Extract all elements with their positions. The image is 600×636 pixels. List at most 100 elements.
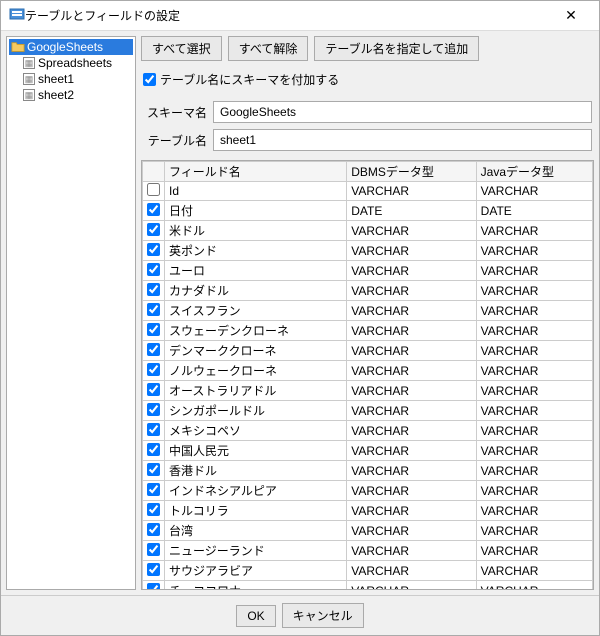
row-field[interactable]: ノルウェークローネ <box>165 361 347 381</box>
row-field[interactable]: メキシコペソ <box>165 421 347 441</box>
close-icon[interactable]: ✕ <box>551 7 591 24</box>
row-dbms-type[interactable]: VARCHAR <box>347 441 476 461</box>
table-row[interactable]: 中国人民元VARCHARVARCHAR <box>143 441 593 461</box>
row-java-type[interactable]: VARCHAR <box>476 401 592 421</box>
row-checkbox[interactable] <box>147 363 160 376</box>
row-dbms-type[interactable]: VARCHAR <box>347 221 476 241</box>
row-checkbox[interactable] <box>147 223 160 236</box>
row-java-type[interactable]: VARCHAR <box>476 481 592 501</box>
row-dbms-type[interactable]: VARCHAR <box>347 281 476 301</box>
grid-header-field[interactable]: フィールド名 <box>165 162 347 182</box>
row-field[interactable]: 日付 <box>165 201 347 221</box>
row-java-type[interactable]: VARCHAR <box>476 281 592 301</box>
row-field[interactable]: スイスフラン <box>165 301 347 321</box>
row-checkbox[interactable] <box>147 383 160 396</box>
row-java-type[interactable]: VARCHAR <box>476 441 592 461</box>
table-row[interactable]: オーストラリアドルVARCHARVARCHAR <box>143 381 593 401</box>
row-field[interactable]: オーストラリアドル <box>165 381 347 401</box>
row-java-type[interactable]: VARCHAR <box>476 361 592 381</box>
row-dbms-type[interactable]: VARCHAR <box>347 381 476 401</box>
tree-item[interactable]: ▦Spreadsheets <box>23 55 133 71</box>
prefix-schema-checkbox[interactable] <box>143 73 156 86</box>
table-row[interactable]: チェココロナVARCHARVARCHAR <box>143 581 593 591</box>
row-checkbox[interactable] <box>147 323 160 336</box>
table-row[interactable]: サウジアラビアVARCHARVARCHAR <box>143 561 593 581</box>
row-java-type[interactable]: VARCHAR <box>476 221 592 241</box>
row-checkbox[interactable] <box>147 543 160 556</box>
row-dbms-type[interactable]: VARCHAR <box>347 361 476 381</box>
row-field[interactable]: カナダドル <box>165 281 347 301</box>
row-checkbox[interactable] <box>147 203 160 216</box>
row-field[interactable]: デンマーククローネ <box>165 341 347 361</box>
cancel-button[interactable]: キャンセル <box>282 603 364 628</box>
row-dbms-type[interactable]: VARCHAR <box>347 581 476 591</box>
row-dbms-type[interactable]: VARCHAR <box>347 341 476 361</box>
row-checkbox[interactable] <box>147 503 160 516</box>
table-row[interactable]: スウェーデンクローネVARCHARVARCHAR <box>143 321 593 341</box>
row-dbms-type[interactable]: VARCHAR <box>347 461 476 481</box>
row-field[interactable]: 香港ドル <box>165 461 347 481</box>
table-row[interactable]: 台湾VARCHARVARCHAR <box>143 521 593 541</box>
row-checkbox[interactable] <box>147 463 160 476</box>
row-field[interactable]: ユーロ <box>165 261 347 281</box>
row-field[interactable]: 米ドル <box>165 221 347 241</box>
row-java-type[interactable]: VARCHAR <box>476 241 592 261</box>
row-field[interactable]: チェココロナ <box>165 581 347 591</box>
row-checkbox[interactable] <box>147 523 160 536</box>
row-java-type[interactable]: VARCHAR <box>476 301 592 321</box>
row-dbms-type[interactable]: DATE <box>347 201 476 221</box>
row-java-type[interactable]: VARCHAR <box>476 541 592 561</box>
table-row[interactable]: 米ドルVARCHARVARCHAR <box>143 221 593 241</box>
row-java-type[interactable]: VARCHAR <box>476 521 592 541</box>
row-java-type[interactable]: VARCHAR <box>476 581 592 591</box>
tree-item[interactable]: ▦sheet1 <box>23 71 133 87</box>
row-java-type[interactable]: VARCHAR <box>476 381 592 401</box>
table-row[interactable]: インドネシアルピアVARCHARVARCHAR <box>143 481 593 501</box>
row-dbms-type[interactable]: VARCHAR <box>347 421 476 441</box>
row-checkbox[interactable] <box>147 443 160 456</box>
row-dbms-type[interactable]: VARCHAR <box>347 541 476 561</box>
row-dbms-type[interactable]: VARCHAR <box>347 501 476 521</box>
row-field[interactable]: ニュージーランド <box>165 541 347 561</box>
row-field[interactable]: シンガポールドル <box>165 401 347 421</box>
row-java-type[interactable]: VARCHAR <box>476 561 592 581</box>
table-row[interactable]: 香港ドルVARCHARVARCHAR <box>143 461 593 481</box>
table-row[interactable]: IdVARCHARVARCHAR <box>143 182 593 201</box>
row-dbms-type[interactable]: VARCHAR <box>347 241 476 261</box>
row-java-type[interactable]: VARCHAR <box>476 501 592 521</box>
row-java-type[interactable]: DATE <box>476 201 592 221</box>
row-checkbox[interactable] <box>147 483 160 496</box>
table-row[interactable]: ユーロVARCHARVARCHAR <box>143 261 593 281</box>
row-checkbox[interactable] <box>147 183 160 196</box>
tree-item[interactable]: ▦sheet2 <box>23 87 133 103</box>
row-field[interactable]: インドネシアルピア <box>165 481 347 501</box>
row-checkbox[interactable] <box>147 283 160 296</box>
row-dbms-type[interactable]: VARCHAR <box>347 321 476 341</box>
row-dbms-type[interactable]: VARCHAR <box>347 521 476 541</box>
table-row[interactable]: 日付DATEDATE <box>143 201 593 221</box>
row-field[interactable]: 中国人民元 <box>165 441 347 461</box>
table-row[interactable]: メキシコペソVARCHARVARCHAR <box>143 421 593 441</box>
ok-button[interactable]: OK <box>236 605 275 627</box>
row-java-type[interactable]: VARCHAR <box>476 421 592 441</box>
table-row[interactable]: デンマーククローネVARCHARVARCHAR <box>143 341 593 361</box>
table-row[interactable]: ニュージーランドVARCHARVARCHAR <box>143 541 593 561</box>
row-checkbox[interactable] <box>147 243 160 256</box>
row-java-type[interactable]: VARCHAR <box>476 321 592 341</box>
row-field[interactable]: 英ポンド <box>165 241 347 261</box>
table-row[interactable]: トルコリラVARCHARVARCHAR <box>143 501 593 521</box>
row-field[interactable]: サウジアラビア <box>165 561 347 581</box>
row-checkbox[interactable] <box>147 583 160 591</box>
row-dbms-type[interactable]: VARCHAR <box>347 561 476 581</box>
row-java-type[interactable]: VARCHAR <box>476 182 592 201</box>
table-row[interactable]: ノルウェークローネVARCHARVARCHAR <box>143 361 593 381</box>
row-checkbox[interactable] <box>147 343 160 356</box>
row-java-type[interactable]: VARCHAR <box>476 341 592 361</box>
row-dbms-type[interactable]: VARCHAR <box>347 401 476 421</box>
table-row[interactable]: カナダドルVARCHARVARCHAR <box>143 281 593 301</box>
row-java-type[interactable]: VARCHAR <box>476 261 592 281</box>
table-row[interactable]: 英ポンドVARCHARVARCHAR <box>143 241 593 261</box>
row-checkbox[interactable] <box>147 403 160 416</box>
add-table-by-name-button[interactable]: テーブル名を指定して追加 <box>314 36 479 61</box>
tree-root[interactable]: GoogleSheets <box>9 39 133 55</box>
